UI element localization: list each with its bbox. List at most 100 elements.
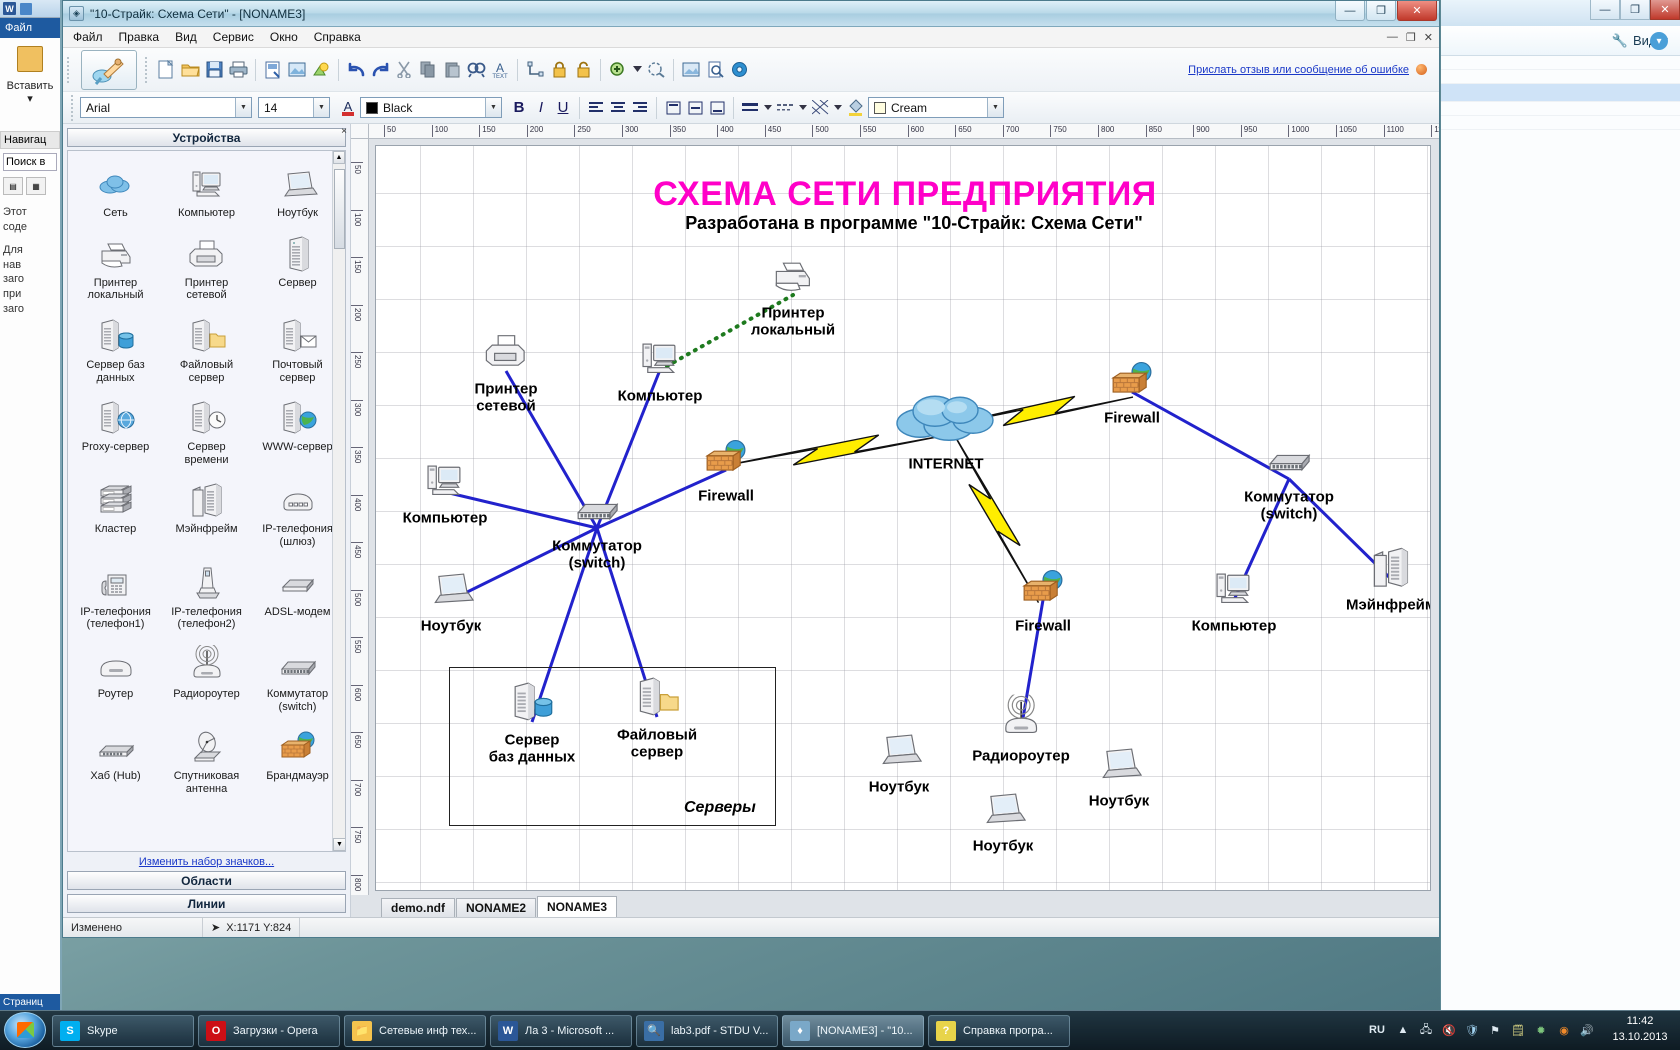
speaker-icon[interactable]: 🔊	[1579, 1022, 1595, 1038]
underline-button[interactable]: U	[552, 97, 574, 119]
maximize-button[interactable]: ❐	[1366, 1, 1396, 21]
valign-middle-button[interactable]	[684, 97, 706, 119]
nav-headings-tab[interactable]: ▤	[3, 177, 23, 195]
updater-icon[interactable]: ◉	[1556, 1022, 1572, 1038]
fill-bucket-icon[interactable]	[845, 97, 867, 119]
valign-bottom-button[interactable]	[706, 97, 728, 119]
line-dash-dropdown-icon[interactable]	[797, 97, 808, 119]
volume-mute-icon[interactable]: 🔇	[1441, 1022, 1457, 1038]
font-name-combo[interactable]: Arial ▼	[80, 97, 252, 118]
background-image-icon[interactable]	[680, 59, 702, 81]
menu-help[interactable]: Справка	[314, 30, 361, 44]
clock[interactable]: 11:42 13.10.2013	[1602, 1014, 1672, 1046]
taskbar-button[interactable]: S Skype	[52, 1015, 194, 1047]
diagram-node-laptop_left[interactable]: Ноутбук	[421, 565, 482, 636]
feedback-status-dot[interactable]	[1416, 64, 1427, 75]
diagram-node-firewall_right[interactable]: Firewall	[1104, 357, 1160, 428]
fill-color-combo[interactable]: Cream ▼	[868, 97, 1004, 118]
preview-icon[interactable]	[704, 59, 726, 81]
right-minimize-button[interactable]: —	[1590, 0, 1620, 20]
redo-icon[interactable]	[369, 59, 391, 81]
chevron-down-icon[interactable]: ▼	[313, 98, 329, 117]
document-tab[interactable]: demo.ndf	[381, 898, 455, 917]
scrollbar-thumb[interactable]	[334, 169, 345, 249]
mdi-restore-button[interactable]: ❐	[1406, 31, 1416, 44]
format-toolbar[interactable]: Arial ▼ 14 ▼ A Black ▼ B I U	[63, 92, 1439, 124]
close-button[interactable]: ✕	[1397, 1, 1437, 21]
diagram-node-switch_main[interactable]: Коммутатор(switch)	[552, 484, 642, 571]
palette-item-proxy-server[interactable]: Proxy-сервер	[70, 391, 161, 473]
word-paste-button[interactable]	[6, 46, 54, 78]
app-window[interactable]: ◈ "10-Страйк: Схема Сети" - [NONAME3] — …	[62, 0, 1440, 938]
palette-item-mail-server[interactable]: Почтовыйсервер	[252, 309, 343, 391]
document-tab[interactable]: NONAME3	[537, 896, 617, 917]
show-hidden-icon[interactable]: ▲	[1395, 1022, 1411, 1038]
palette-scrollbar[interactable]: ▲ ▼	[332, 151, 345, 851]
right-close-button[interactable]: ✕	[1650, 0, 1680, 20]
palette-item-voip-phone1[interactable]: IP-телефония(телефон1)	[70, 556, 161, 638]
diagram-node-firewall_bottom[interactable]: Firewall	[1015, 565, 1071, 636]
toolbar-grip[interactable]	[67, 57, 72, 83]
paste-icon[interactable]	[441, 59, 463, 81]
feedback-link[interactable]: Прислать отзыв или сообщение об ошибке	[1188, 64, 1409, 76]
window-controls[interactable]: — ❐ ✕	[1334, 1, 1437, 21]
shield-icon[interactable]: ✹	[1533, 1022, 1549, 1038]
diagram-node-computer_top[interactable]: Компьютер	[618, 335, 703, 406]
zoom-in-icon[interactable]	[607, 59, 629, 81]
word-file-tab[interactable]: Файл	[0, 18, 60, 38]
save-icon[interactable]	[203, 59, 225, 81]
word-save-icon[interactable]	[20, 3, 32, 15]
palette-item-laptop[interactable]: Ноутбук	[252, 157, 343, 227]
diagram-subtitle[interactable]: Разработана в программе "10-Страйк: Схем…	[685, 213, 1142, 234]
diagram-canvas[interactable]: Принтерлокальный Принтерсетевой Компьюте…	[375, 145, 1431, 891]
start-button[interactable]	[4, 1012, 46, 1048]
find-icon[interactable]	[465, 59, 487, 81]
mdi-window-controls[interactable]: — ❐ ✕	[1387, 31, 1433, 44]
font-color-icon[interactable]: A	[337, 97, 359, 119]
diagram-node-laptop_b1[interactable]: Ноутбук	[869, 726, 930, 797]
line-style-dropdown-icon[interactable]	[762, 97, 773, 119]
palette-item-www-server[interactable]: WWW-сервер	[252, 391, 343, 473]
cut-icon[interactable]	[393, 59, 415, 81]
palette-item-mainframe[interactable]: Мэйнфрейм	[161, 473, 252, 555]
toolbar-grip-2[interactable]	[145, 57, 150, 83]
font-size-combo[interactable]: 14 ▼	[258, 97, 330, 118]
align-center-button[interactable]	[607, 97, 629, 119]
change-icon-set-link[interactable]: Изменить набор значков...	[63, 852, 350, 871]
scroll-down-icon[interactable]: ▼	[333, 838, 346, 851]
link-icon[interactable]	[524, 59, 546, 81]
unlock-icon[interactable]	[572, 59, 594, 81]
palette-scroll-area[interactable]: Сеть Компьютер Ноутбук Принтерлокальный	[67, 150, 346, 852]
publish-icon[interactable]	[310, 59, 332, 81]
fill-pattern-dropdown-icon[interactable]	[832, 97, 843, 119]
flag-action-center-icon[interactable]: ⚑	[1487, 1022, 1503, 1038]
image-icon[interactable]	[286, 59, 308, 81]
diagram-node-laptop_b2[interactable]: Ноутбук	[973, 785, 1034, 856]
menu-edit[interactable]: Правка	[119, 30, 160, 44]
diagram-node-laptop_b3[interactable]: Ноутбук	[1089, 740, 1150, 811]
palette-item-firewall[interactable]: Брандмауэр	[252, 720, 343, 802]
palette-item-voip-phone2[interactable]: IP-телефония(телефон2)	[161, 556, 252, 638]
palette-item-voip-gateway[interactable]: IP-телефония(шлюз)	[252, 473, 343, 555]
palette-item-cluster[interactable]: Кластер	[70, 473, 161, 555]
minimize-button[interactable]: —	[1335, 1, 1365, 21]
right-window-controls[interactable]: — ❐ ✕	[1590, 0, 1680, 20]
valign-top-button[interactable]	[662, 97, 684, 119]
word-nav-tabs[interactable]: ▤ ▦	[3, 177, 57, 195]
format-toolbar-grip[interactable]	[71, 95, 76, 121]
right-maximize-button[interactable]: ❐	[1620, 0, 1650, 20]
palette-close-icon[interactable]: ×	[341, 126, 347, 137]
chevron-down-icon[interactable]: ▼	[987, 98, 1003, 117]
chevron-down-icon[interactable]: ▼	[235, 98, 251, 117]
taskbar-button[interactable]: O Загрузки - Opera	[198, 1015, 340, 1047]
align-right-button[interactable]	[629, 97, 651, 119]
taskbar-button[interactable]: ? Справка програ...	[928, 1015, 1070, 1047]
note-icon[interactable]: 🗒	[1510, 1022, 1526, 1038]
align-left-button[interactable]	[585, 97, 607, 119]
diagram-node-printer_net[interactable]: Принтерсетевой	[474, 327, 537, 414]
antivirus-icon[interactable]: 🛡	[1464, 1022, 1480, 1038]
diagram-node-computer_right[interactable]: Компьютер	[1192, 565, 1277, 636]
lock-icon[interactable]	[548, 59, 570, 81]
palette-item-wifi-router[interactable]: Радиороутер	[161, 638, 252, 720]
device-palette[interactable]: × Устройства Сеть Компьютер Ноутбук	[63, 124, 351, 917]
